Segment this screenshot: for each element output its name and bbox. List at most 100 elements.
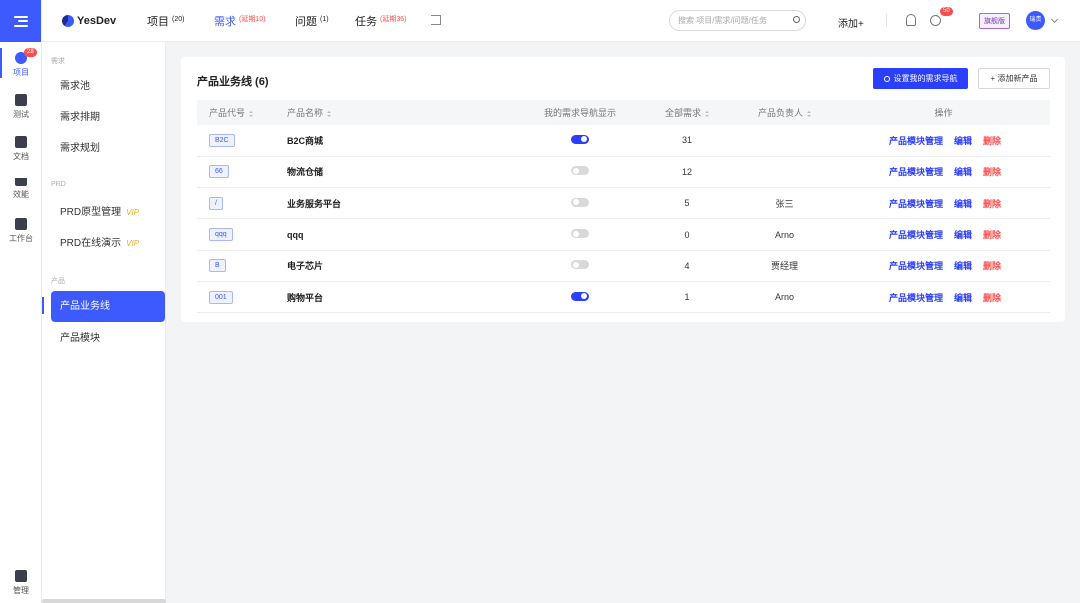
sidebar-item-prd-prototype[interactable]: PRD原型管理 VIP <box>51 197 165 228</box>
module-manage-link[interactable]: 产品模块管理 <box>889 261 943 271</box>
logo[interactable]: YesDev <box>62 15 116 27</box>
exit-icon[interactable] <box>431 15 441 25</box>
nav-label: 任务 <box>355 16 377 28</box>
table-header: 产品代号 产品名称 我的需求导航显示 全部需求 产品负责人 操作 <box>197 100 1050 125</box>
col-header-code[interactable]: 产品代号 <box>197 100 275 125</box>
sidebar-item-prd-demo[interactable]: PRD在线演示 VIP <box>51 228 165 259</box>
cell-nav-show <box>518 156 642 189</box>
delete-link[interactable]: 删除 <box>983 230 1001 240</box>
menu-icon <box>13 15 28 27</box>
product-name[interactable]: 购物平台 <box>287 293 323 303</box>
nav-requirements[interactable]: 需求 (延期10) <box>214 13 265 29</box>
delete-link[interactable]: 删除 <box>983 261 1001 271</box>
cell-actions: 产品模块管理 编辑 删除 <box>837 187 1050 220</box>
cell-nav-show <box>518 218 642 251</box>
nav-show-toggle[interactable] <box>571 166 589 176</box>
menu-toggle-button[interactable] <box>0 0 41 42</box>
delete-link[interactable]: 删除 <box>983 199 1001 209</box>
bell-icon[interactable] <box>906 14 916 26</box>
rail-item-admin[interactable]: 管理 <box>0 570 42 596</box>
col-label: 产品代号 <box>209 108 246 118</box>
col-header-count[interactable]: 全部需求 <box>642 100 732 125</box>
cell-nav-show <box>518 281 642 314</box>
nav-show-toggle[interactable] <box>571 260 589 270</box>
nav-show-toggle[interactable] <box>571 291 589 301</box>
nav-tasks[interactable]: 任务 (延期36) <box>355 13 406 29</box>
edit-link[interactable]: 编辑 <box>954 261 972 271</box>
nav-count: (1) <box>320 16 329 23</box>
sidebar-item-product-module[interactable]: 产品模块 <box>51 323 165 354</box>
nav-show-toggle[interactable] <box>571 229 589 239</box>
cell-owner <box>732 125 837 157</box>
nav-count: (20) <box>172 16 185 23</box>
rail-item-docs[interactable]: 文档 <box>0 136 42 162</box>
delete-link[interactable]: 删除 <box>983 167 1001 177</box>
module-manage-link[interactable]: 产品模块管理 <box>889 199 943 209</box>
delete-link[interactable]: 删除 <box>983 293 1001 303</box>
product-code-tag: B <box>209 259 226 273</box>
cell-code: B <box>197 250 275 282</box>
edit-link[interactable]: 编辑 <box>954 230 972 240</box>
sidebar-item-requirement-plan[interactable]: 需求规划 <box>51 133 165 164</box>
product-name[interactable]: qqq <box>287 230 304 240</box>
logo-text: YesDev <box>77 15 117 27</box>
cell-count: 5 <box>642 187 732 220</box>
cell-code: 66 <box>197 156 275 189</box>
table-row: B2C B2C商城 31 产品模块管理 编辑 删除 <box>197 125 1050 157</box>
chevron-down-icon[interactable] <box>1050 15 1059 24</box>
cell-actions: 产品模块管理 编辑 删除 <box>837 250 1050 282</box>
clock-icon[interactable] <box>930 15 941 26</box>
set-nav-button[interactable]: 设置我的需求导航 <box>873 68 968 89</box>
rail-item-test[interactable]: 测试 <box>0 94 42 120</box>
product-name[interactable]: B2C商城 <box>287 136 323 146</box>
nav-label: 需求 <box>214 16 236 28</box>
nav-count: (延期36) <box>380 16 407 23</box>
avatar[interactable]: 瑞贵 <box>1026 11 1045 30</box>
search-placeholder: 搜索 项目/需求/问题/任务 <box>678 16 767 25</box>
search-input[interactable]: 搜索 项目/需求/问题/任务 <box>669 10 806 31</box>
nav-show-toggle[interactable] <box>571 197 589 207</box>
rail-project-badge: 28 <box>24 48 37 57</box>
sidebar-active-indicator <box>42 297 44 314</box>
product-code-tag: qqq <box>209 228 233 242</box>
nav-label: 项目 <box>147 16 169 28</box>
sidebar-scrollbar[interactable] <box>42 599 166 603</box>
rail-item-workbench[interactable]: 工作台 <box>0 218 42 244</box>
edit-link[interactable]: 编辑 <box>954 167 972 177</box>
rail-item-efficiency[interactable]: 效能 <box>0 178 42 200</box>
delete-link[interactable]: 删除 <box>983 136 1001 146</box>
module-manage-link[interactable]: 产品模块管理 <box>889 230 943 240</box>
sidebar-item-requirement-schedule[interactable]: 需求排期 <box>51 102 165 133</box>
rail-item-label: 工作台 <box>9 234 33 243</box>
nav-issues[interactable]: 问题 (1) <box>295 13 329 29</box>
product-name[interactable]: 业务服务平台 <box>287 199 341 209</box>
product-name[interactable]: 物流仓储 <box>287 167 323 177</box>
col-header-owner[interactable]: 产品负责人 <box>732 100 837 125</box>
nav-projects[interactable]: 项目 (20) <box>147 13 184 29</box>
col-header-nav-show: 我的需求导航显示 <box>518 100 642 125</box>
cell-name: 业务服务平台 <box>275 187 518 220</box>
col-header-name[interactable]: 产品名称 <box>275 100 518 125</box>
section-title: 需求 <box>51 58 65 65</box>
sidebar-item-product-line[interactable]: 产品业务线 <box>51 291 165 322</box>
add-product-button[interactable]: + 添加新产品 <box>978 68 1050 89</box>
product-code-tag: 001 <box>209 290 233 304</box>
logo-icon <box>62 15 74 27</box>
module-manage-link[interactable]: 产品模块管理 <box>889 167 943 177</box>
add-button[interactable]: 添加+ <box>838 15 864 30</box>
product-code-tag: B2C <box>209 133 235 147</box>
module-manage-link[interactable]: 产品模块管理 <box>889 136 943 146</box>
sidebar-item-requirement-pool[interactable]: 需求池 <box>51 71 165 102</box>
edit-link[interactable]: 编辑 <box>954 199 972 209</box>
product-name[interactable]: 电子芯片 <box>287 261 323 271</box>
product-code-tag: / <box>209 196 223 210</box>
edit-link[interactable]: 编辑 <box>954 136 972 146</box>
rail-item-label: 管理 <box>13 586 29 595</box>
rail-item-project[interactable]: 28 项目 <box>0 48 42 78</box>
search-icon[interactable] <box>793 16 800 23</box>
nav-show-toggle[interactable] <box>571 134 589 144</box>
docs-icon <box>15 136 27 148</box>
module-manage-link[interactable]: 产品模块管理 <box>889 293 943 303</box>
edit-link[interactable]: 编辑 <box>954 293 972 303</box>
clock-badge: 50 <box>940 7 953 16</box>
